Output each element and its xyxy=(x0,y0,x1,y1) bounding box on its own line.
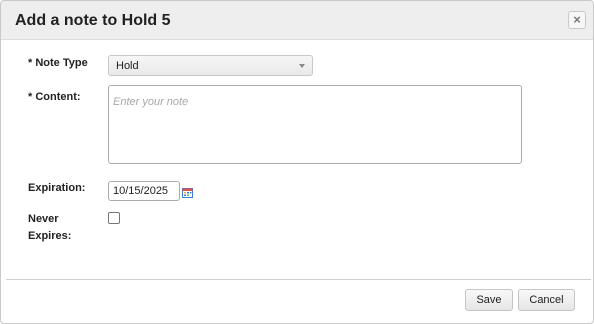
add-note-dialog: Add a note to Hold 5 × * Note Type Hold … xyxy=(0,0,594,324)
expiration-date-input[interactable] xyxy=(108,181,180,201)
content-textarea[interactable] xyxy=(108,85,522,164)
expiration-label: Expiration: xyxy=(28,182,86,194)
note-type-selected-value: Hold xyxy=(116,60,139,72)
dialog-title: Add a note to Hold 5 xyxy=(15,12,171,29)
save-button[interactable]: Save xyxy=(465,289,513,311)
note-type-select[interactable]: Hold xyxy=(108,55,313,76)
cancel-button[interactable]: Cancel xyxy=(518,289,575,311)
calendar-icon[interactable] xyxy=(182,187,193,198)
never-expires-checkbox[interactable] xyxy=(108,212,120,224)
chevron-down-icon xyxy=(299,64,305,68)
dialog-titlebar: Add a note to Hold 5 × xyxy=(1,1,593,40)
never-expires-label-line2: Expires: xyxy=(28,230,72,242)
never-expires-label-line1: Never xyxy=(28,213,59,225)
footer-divider xyxy=(6,279,591,280)
content-label: * Content: xyxy=(28,91,81,103)
close-icon: × xyxy=(573,12,581,27)
note-type-label: * Note Type xyxy=(28,57,88,69)
close-button[interactable]: × xyxy=(568,11,586,29)
